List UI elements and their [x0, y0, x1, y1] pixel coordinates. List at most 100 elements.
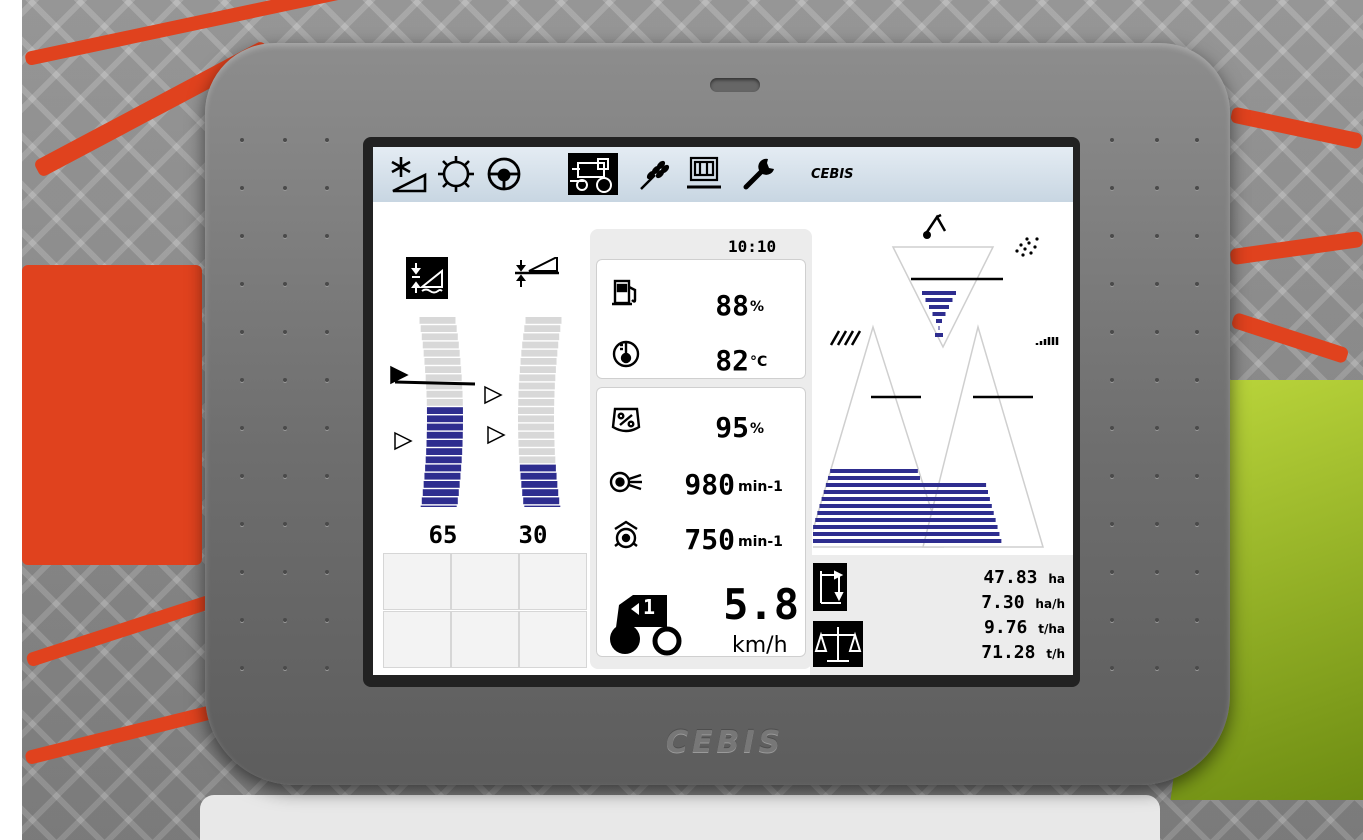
housing-dot [1195, 618, 1199, 622]
gauge-right-segment [523, 333, 560, 341]
scene: CEBIS CEBIS 65 30 10:10 88 % 82 °C 95 % … [0, 0, 1363, 840]
fuel-unit: % [750, 299, 765, 315]
gauge-right-segment [520, 358, 557, 365]
housing-dot [1155, 234, 1159, 238]
area-counter-icon[interactable] [813, 563, 847, 611]
housing-dot [283, 378, 287, 382]
steering-wheel-icon[interactable] [483, 153, 525, 195]
stat-area: 47.83 ha [890, 567, 1065, 588]
housing-dot [283, 474, 287, 478]
drum-rpm-unit: min-1 [738, 534, 783, 550]
housing-dot [240, 186, 244, 190]
gauge-right-segment [518, 448, 555, 455]
header-tilt-control-icon[interactable] [513, 255, 561, 293]
housing-dot [1195, 186, 1199, 190]
fuel-value: 88 [715, 289, 749, 322]
gauge-left-segment [424, 472, 461, 480]
housing-dot [1155, 282, 1159, 286]
gauge-right-segment [518, 390, 555, 398]
gauge-left-segment [420, 505, 457, 507]
stat-area-unit: ha [1048, 572, 1065, 586]
housing-dot [240, 618, 244, 622]
gauge-right-preset-marker[interactable] [487, 425, 506, 445]
gauge-right-segment [524, 325, 561, 332]
housing-dot [1110, 282, 1114, 286]
housing-dot [1110, 474, 1114, 478]
housing-dot [1110, 138, 1114, 142]
housing-dot [1155, 138, 1159, 142]
clock: 10:10 [728, 237, 777, 256]
device-slot [710, 78, 760, 92]
housing-dot [283, 138, 287, 142]
housing-dot [1155, 378, 1159, 382]
housing-dot [240, 570, 244, 574]
stat-throughput-value: 71.28 [981, 642, 1036, 663]
gauge-left-preset-marker[interactable] [394, 431, 413, 451]
gauge-left-segment [426, 448, 463, 455]
stats-panel: 47.83 ha 7.30 ha/h 9.76 t/ha 71.28 t/h [810, 555, 1073, 675]
housing-dot [325, 426, 329, 430]
housing-dot [1195, 474, 1199, 478]
wrench-icon[interactable] [738, 153, 780, 195]
gauge-right-segment [518, 440, 555, 447]
gauge-left-segment [420, 325, 457, 332]
housing-dot [1195, 570, 1199, 574]
shortcut-cell[interactable] [519, 611, 587, 668]
combine-harvester-icon[interactable] [568, 153, 618, 195]
shortcut-cell[interactable] [519, 553, 587, 610]
rake-frame-decoration [22, 265, 202, 565]
gauge-left-segment [426, 399, 463, 406]
housing-dot [1155, 666, 1159, 670]
gauge-left-segment [421, 497, 458, 505]
gauge-right-segment [520, 472, 557, 480]
grain-ear-icon[interactable] [633, 153, 675, 195]
shortcut-cell[interactable] [383, 611, 451, 668]
gauge-left-upper-marker[interactable] [484, 385, 503, 405]
gauge-left-segment [419, 317, 456, 324]
stat-throughput-unit: t/h [1046, 647, 1065, 661]
housing-dot [1110, 186, 1114, 190]
shortcut-cell[interactable] [451, 611, 519, 668]
coolant-value: 82 [715, 344, 749, 377]
cleaning-fan-icon[interactable] [387, 153, 429, 195]
display-screen: CEBIS 65 30 10:10 88 % 82 °C 95 % 980 mi… [373, 147, 1073, 675]
housing-dot [1155, 330, 1159, 334]
engine-fan-icon [607, 465, 645, 499]
gauge-right-segment [522, 489, 559, 496]
gear-number: 1 [643, 595, 656, 619]
housing-dot [240, 378, 244, 382]
grain-loss-graph [813, 213, 1059, 548]
housing-dot [283, 234, 287, 238]
shortcut-cell[interactable] [383, 553, 451, 610]
stat-throughput: 71.28 t/h [890, 642, 1065, 663]
housing-dot [1195, 234, 1199, 238]
header-height-control-icon[interactable] [406, 257, 448, 299]
housing-dot [240, 138, 244, 142]
gauge-left-segment [423, 349, 460, 357]
shortcut-grid [383, 553, 588, 669]
gauge-right-segment [524, 505, 561, 507]
sprocket-icon[interactable] [435, 153, 477, 195]
monitor-display-icon[interactable] [683, 153, 725, 195]
yield-scale-icon[interactable] [813, 621, 863, 667]
gauge-left-setpoint-line [394, 380, 476, 386]
gauge-left-segment [424, 358, 461, 365]
menu-bar: CEBIS [373, 147, 1073, 202]
gauge-right-segment [521, 481, 558, 488]
gauge-right-segment [519, 366, 556, 373]
gauge-right-segment [519, 456, 556, 464]
grain-spray-icon [1015, 237, 1039, 257]
gauge-right-segment [518, 382, 555, 390]
gauge-right-value: 30 [518, 521, 548, 549]
housing-dot [1195, 330, 1199, 334]
stat-area-rate-unit: ha/h [1035, 597, 1065, 611]
housing-dot [283, 522, 287, 526]
housing-dot [240, 474, 244, 478]
housing-dot [240, 234, 244, 238]
housing-dot [1155, 186, 1159, 190]
shortcut-cell[interactable] [451, 553, 519, 610]
engine-rpm-value: 980 [684, 468, 735, 501]
housing-dot [1155, 618, 1159, 622]
left-border [0, 0, 22, 840]
gauge-right-segment [519, 374, 556, 382]
